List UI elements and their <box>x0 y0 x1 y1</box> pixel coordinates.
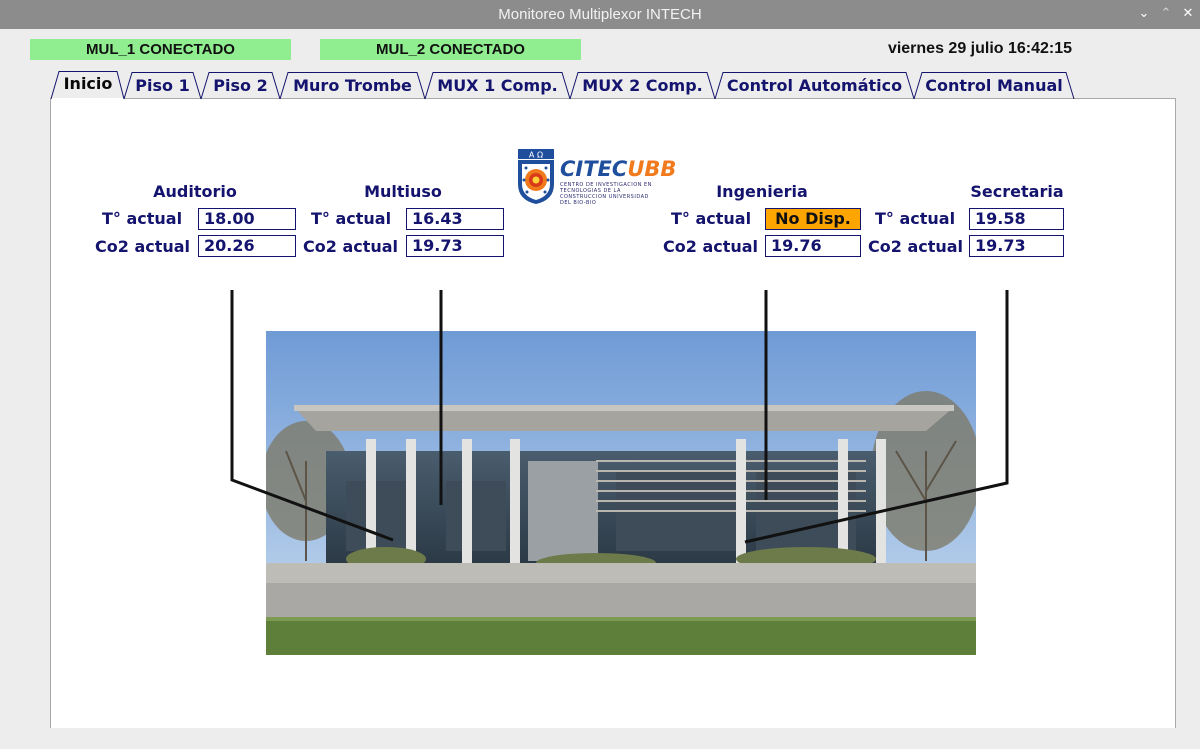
ingenieria-title: Ingenieria <box>716 182 808 201</box>
auditorio-co2-value: 20.26 <box>198 235 296 257</box>
close-icon[interactable]: ✕ <box>1179 5 1197 23</box>
tab-muro-trombe[interactable]: Muro Trombe <box>284 72 421 100</box>
logo-name-citec: CITEC <box>560 157 628 181</box>
secretaria-temp-label: T° actual <box>875 209 956 228</box>
logo-subtitle: CENTRO DE INVESTIGACION EN TECNOLOGIAS D… <box>560 182 652 206</box>
title-bar: Monitoreo Multiplexor INTECH ⌄ ⌃ ✕ <box>0 0 1200 29</box>
multiuso-temp-label: T° actual <box>311 209 392 228</box>
tab-bar: Inicio Piso 1 Piso 2 Muro Trombe MUX 1 C… <box>0 68 1200 100</box>
window-title: Monitoreo Multiplexor INTECH <box>498 6 702 23</box>
ingenieria-temp-value: No Disp. <box>765 208 861 230</box>
multiuso-title: Multiuso <box>364 182 442 201</box>
auditorio-temp-label: T° actual <box>102 209 183 228</box>
auditorio-title: Auditorio <box>153 182 237 201</box>
datetime-label: viernes 29 julio 16:42:15 <box>887 40 1073 57</box>
ingenieria-temp-label: T° actual <box>671 209 752 228</box>
minimize-icon[interactable]: ⌄ <box>1135 5 1153 23</box>
bottom-edge <box>0 728 1200 749</box>
auditorio-temp-value: 18.00 <box>198 208 296 230</box>
secretaria-co2-label: Co2 actual <box>868 237 964 256</box>
svg-text:A Ω: A Ω <box>529 151 543 160</box>
tab-control-manual[interactable]: Control Manual <box>918 72 1070 100</box>
secretaria-temp-value: 19.58 <box>969 208 1064 230</box>
sensor-leader-lines <box>230 290 1009 544</box>
tab-piso-1[interactable]: Piso 1 <box>128 72 197 100</box>
tab-mux-1-comp[interactable]: MUX 1 Comp. <box>429 72 566 100</box>
tab-mux-2-comp[interactable]: MUX 2 Comp. <box>574 72 711 100</box>
auditorio-co2-label: Co2 actual <box>95 237 191 256</box>
tab-inicio[interactable]: Inicio <box>55 70 121 98</box>
logo-wordmark: CITECUBB <box>560 157 676 181</box>
multiuso-co2-label: Co2 actual <box>303 237 399 256</box>
mul2-status-badge: MUL_2 CONECTADO <box>320 39 581 60</box>
ingenieria-co2-label: Co2 actual <box>663 237 759 256</box>
logo-name-ubb: UBB <box>627 157 677 181</box>
tab-control-automatico[interactable]: Control Automático <box>719 72 910 100</box>
maximize-icon[interactable]: ⌃ <box>1157 5 1175 23</box>
multiuso-temp-value: 16.43 <box>406 208 504 230</box>
secretaria-co2-value: 19.73 <box>969 235 1064 257</box>
multiuso-co2-value: 19.73 <box>406 235 504 257</box>
tab-piso-2[interactable]: Piso 2 <box>205 72 276 100</box>
secretaria-title: Secretaria <box>970 182 1064 201</box>
ingenieria-co2-value: 19.76 <box>765 235 861 257</box>
mul1-status-badge: MUL_1 CONECTADO <box>30 39 291 60</box>
